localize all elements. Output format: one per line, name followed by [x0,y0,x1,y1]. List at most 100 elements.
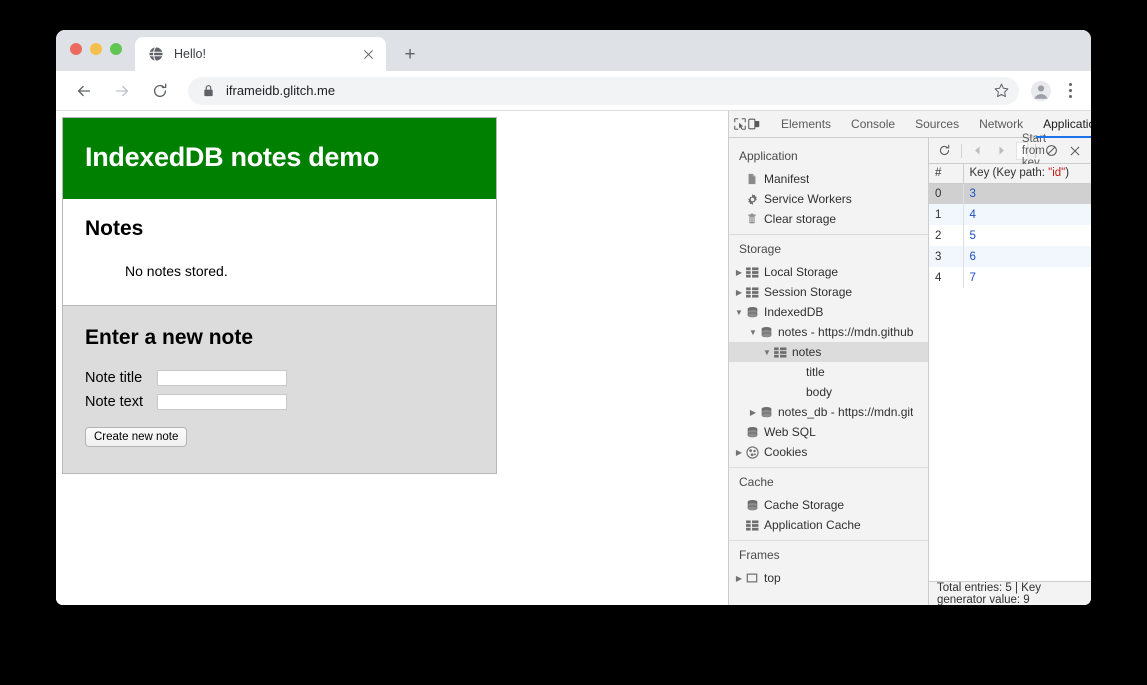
sidebar-item-label: Cache Storage [764,498,844,512]
maximize-window-button[interactable] [110,43,122,55]
sidebar-item-label: Local Storage [764,265,838,279]
notes-app: IndexedDB notes demo Notes No notes stor… [62,117,497,474]
table-row[interactable]: 36{title: "UC Browser", body: [929,246,1091,267]
trash-icon [745,213,759,225]
cell-index: 4 [929,267,963,288]
bookmark-star-icon[interactable] [989,79,1013,103]
clear-object-store-icon[interactable] [1040,140,1064,162]
sidebar-item-label: Clear storage [764,212,836,226]
sidebar-item-notes-db-https-mdn-git[interactable]: ▶ notes_db - https://mdn.git [729,402,928,422]
sidebar-item-body[interactable]: body [729,382,928,402]
column-header-key[interactable]: Key (Key path: "id") [963,164,1091,183]
refresh-icon[interactable] [933,140,957,162]
sidebar-item-notes-https-mdn-github[interactable]: ▼ notes - https://mdn.github [729,322,928,342]
sidebar-item-manifest[interactable]: Manifest [729,169,928,189]
browser-tab[interactable]: Hello! [135,37,386,71]
cookie-icon [745,446,759,459]
tab-console[interactable]: Console [841,111,905,137]
sidebar-item-top[interactable]: ▶top [729,568,928,588]
table-row[interactable]: 25{title: "Firefox", body: "h [929,225,1091,246]
sidebar-item-cookies[interactable]: ▶Cookies [729,442,928,462]
prev-page-icon[interactable] [966,140,990,162]
sidebar-item-local-storage[interactable]: ▶ Local Storage [729,262,928,282]
notes-empty-message: No notes stored. [125,263,474,279]
application-sidebar[interactable]: ApplicationManifestService WorkersClear … [729,138,929,605]
cell-index: 2 [929,225,963,246]
browser-content: IndexedDB notes demo Notes No notes stor… [56,111,1091,605]
device-toolbar-icon[interactable] [747,111,761,137]
close-window-button[interactable] [70,43,82,55]
table-empty-area [929,288,1091,581]
web-page: IndexedDB notes demo Notes No notes stor… [56,111,728,605]
avatar[interactable] [1027,77,1055,105]
table-row[interactable]: 14{title: "Chrome", body: "ht [929,204,1091,225]
sidebar-item-session-storage[interactable]: ▶Session Storage [729,282,928,302]
idb-toolbar-divider [961,144,962,158]
window-controls [70,43,122,55]
cell-index: 0 [929,183,963,204]
column-header-index[interactable]: # [929,164,963,183]
delete-selected-icon[interactable] [1063,140,1087,162]
sidebar-item-label: title [806,365,825,379]
sidebar-item-web-sql[interactable]: Web SQL [729,422,928,442]
sidebar-item-clear-storage[interactable]: Clear storage [729,209,928,229]
chevron-down-icon[interactable]: ▼ [761,348,773,357]
app-header: IndexedDB notes demo [63,118,496,199]
tab-application[interactable]: Application [1033,111,1091,137]
database-icon [759,406,773,419]
sidebar-item-service-workers[interactable]: Service Workers [729,189,928,209]
sidebar-item-label: Manifest [764,172,809,186]
sidebar-item-title[interactable]: title [729,362,928,382]
tab-title: Hello! [174,47,360,61]
table-header-row: # Key (Key path: "id") Value [929,164,1091,183]
note-title-label: Note title [85,370,157,386]
chevron-right-icon[interactable]: ▶ [733,448,745,457]
note-text-row: Note text [85,394,474,410]
next-page-icon[interactable] [989,140,1013,162]
tab-sources[interactable]: Sources [905,111,969,137]
minimize-window-button[interactable] [90,43,102,55]
start-from-key-input[interactable]: Start from key [1016,142,1028,160]
document-icon [745,173,759,185]
grid-icon [745,267,759,278]
sidebar-item-indexeddb[interactable]: ▼ IndexedDB [729,302,928,322]
chevron-right-icon[interactable]: ▶ [747,408,759,417]
create-new-note-button[interactable]: Create new note [85,427,187,447]
tab-elements[interactable]: Elements [771,111,841,137]
form-heading: Enter a new note [85,326,474,350]
new-tab-button[interactable]: + [396,40,424,68]
sidebar-item-notes[interactable]: ▼notes [729,342,928,362]
note-title-input[interactable] [157,370,287,386]
grid-icon [745,287,759,298]
devtools-tab-bar: Elements Console Sources Network Applica… [729,111,1091,138]
chevron-right-icon[interactable]: ▶ [733,574,745,583]
chevron-down-icon[interactable]: ▼ [747,328,759,337]
browser-menu-icon[interactable] [1059,77,1081,105]
back-icon[interactable] [70,77,98,105]
sidebar-item-cache-storage[interactable]: Cache Storage [729,495,928,515]
reload-icon[interactable] [146,77,174,105]
close-tab-icon[interactable] [360,46,376,62]
cell-index: 3 [929,246,963,267]
indexeddb-toolbar: Start from key [929,138,1091,164]
sidebar-item-label: notes - https://mdn.github [778,325,913,339]
table-row[interactable]: 47{title: "Opera", body: "htt [929,267,1091,288]
sidebar-item-label: notes_db - https://mdn.git [778,405,913,419]
chevron-down-icon[interactable]: ▼ [733,308,745,317]
table-row[interactable]: 03{title: "Safari", body: "ht [929,183,1091,204]
cell-index: 1 [929,204,963,225]
tab-network[interactable]: Network [969,111,1033,137]
cell-key: 6 [963,246,1091,267]
chevron-right-icon[interactable]: ▶ [733,268,745,277]
database-icon [745,306,759,319]
sidebar-item-label: Application Cache [764,518,861,532]
sidebar-item-label: IndexedDB [764,305,823,319]
browser-toolbar: iframeidb.glitch.me [56,71,1091,111]
address-bar[interactable]: iframeidb.glitch.me [188,77,1019,105]
tree-section-title: Storage [729,237,928,262]
sidebar-item-application-cache[interactable]: Application Cache [729,515,928,535]
inspect-element-icon[interactable] [733,111,747,137]
forward-icon[interactable] [108,77,136,105]
chevron-right-icon[interactable]: ▶ [733,288,745,297]
note-text-input[interactable] [157,394,287,410]
